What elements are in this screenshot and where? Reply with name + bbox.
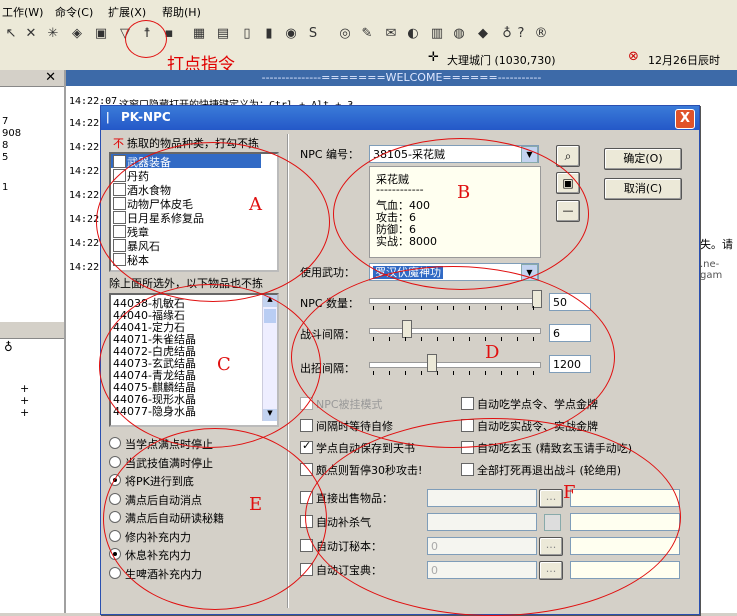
dialog-titlebar[interactable]: ǀ PK-NPC X bbox=[101, 106, 699, 130]
registered-icon[interactable]: ® bbox=[532, 25, 550, 43]
marker-b: B bbox=[457, 182, 471, 203]
marker-d: D bbox=[485, 342, 500, 363]
scroll-icon[interactable]: ▥ bbox=[428, 25, 446, 43]
left-panel-header-2 bbox=[0, 322, 64, 339]
help-icon[interactable]: ? bbox=[512, 25, 530, 43]
left-panel-header: ✕ bbox=[0, 70, 64, 87]
cart-icon[interactable]: ▣ bbox=[92, 25, 110, 43]
magnifier-icon: ⌕ bbox=[564, 149, 572, 163]
npc-icon[interactable]: ▤ bbox=[214, 25, 232, 43]
star-icon[interactable]: ✳ bbox=[44, 25, 62, 43]
book-icon[interactable]: ◈ bbox=[68, 25, 86, 43]
npc-label: NPC 编号： bbox=[300, 148, 360, 161]
left-panel: ✕ 7 908 8 5 1 ♁ + + + bbox=[0, 70, 66, 613]
eye-icon[interactable]: ◉ bbox=[282, 25, 300, 43]
not-prefix: 不 bbox=[113, 137, 124, 150]
list-item: 5 bbox=[2, 152, 9, 163]
chat-text: .ne-gam bbox=[700, 259, 723, 281]
chat-time: 14:22 bbox=[69, 142, 100, 153]
status-line: 打点指令 ✛ 大理城门 (1030,730) ⊗ 12月26日辰时 6% bbox=[0, 48, 737, 81]
chat-time: 14:22 bbox=[69, 166, 100, 177]
list-item: 908 bbox=[2, 128, 22, 139]
annotation-ellipse-c bbox=[99, 284, 321, 448]
target-icon[interactable]: ◎ bbox=[336, 25, 354, 43]
checkbox[interactable] bbox=[300, 439, 313, 454]
checkbox[interactable] bbox=[300, 419, 313, 432]
menu-command[interactable]: 命令(C) bbox=[55, 4, 93, 20]
rock-icon[interactable]: ◆ bbox=[474, 25, 492, 43]
menu-work[interactable]: 工作(W) bbox=[2, 4, 43, 20]
expand-toggle[interactable]: + bbox=[20, 406, 29, 419]
chat-time: 14:22 bbox=[69, 118, 100, 129]
close-button[interactable]: X bbox=[675, 109, 695, 129]
chat-time: 14:22 bbox=[69, 238, 100, 249]
cancel-button[interactable]: 取消(C) bbox=[604, 178, 682, 200]
marker-c: C bbox=[217, 354, 231, 375]
marker-f: F bbox=[563, 482, 576, 503]
bag-icon: ♁ bbox=[4, 340, 13, 354]
chat-time: 14:22 bbox=[69, 214, 100, 225]
arrow-icon[interactable]: ↖ bbox=[2, 25, 20, 43]
dialog-title: PK-NPC bbox=[121, 110, 171, 124]
radio-button[interactable] bbox=[109, 455, 121, 468]
location-text: 大理城门 (1030,730) bbox=[447, 54, 556, 67]
grid-icon[interactable]: ▦ bbox=[190, 25, 208, 43]
radio-button[interactable] bbox=[109, 437, 121, 449]
annotation-ellipse-f bbox=[305, 418, 681, 616]
compass-icon: ✛ bbox=[428, 50, 439, 65]
chat-time: 14:22 bbox=[69, 262, 100, 273]
toolbar: ↖ ✕ ✳ ◈ ▣ ▽ ☨ ▪ ▦ ▤ ▯ ▮ ◉ S ◎ ✎ ✉ ◐ ▥ ◍ … bbox=[0, 22, 737, 49]
list-item: 8 bbox=[2, 140, 9, 151]
marker-e: E bbox=[249, 494, 263, 515]
tools-icon[interactable]: ✕ bbox=[22, 25, 40, 43]
wrench-icon[interactable]: ✎ bbox=[358, 25, 376, 43]
annotation-ellipse-e bbox=[103, 428, 327, 610]
search-button[interactable]: ⌕ bbox=[556, 145, 580, 167]
chat-time: 14:22 bbox=[69, 190, 100, 201]
welcome-banner: ---------------=======WELCOME======-----… bbox=[66, 70, 737, 86]
list-item: 7 bbox=[2, 116, 9, 127]
radio-button[interactable] bbox=[109, 566, 121, 579]
mail-icon[interactable]: ✉ bbox=[382, 25, 400, 43]
list-item: 1 bbox=[2, 182, 9, 193]
annotation-ellipse-a bbox=[96, 142, 330, 302]
open-book-icon[interactable]: ▯ bbox=[238, 25, 256, 43]
ok-button[interactable]: 确定(O) bbox=[604, 148, 682, 170]
pk-npc-dialog: ǀ PK-NPC X 不 拣取的物品种类，打勾不拣 武器装备 丹药 酒水食物 动物尸体… bbox=[96, 105, 700, 616]
close-icon[interactable]: ✕ bbox=[45, 70, 56, 85]
app-icon: ǀ bbox=[106, 110, 110, 124]
checkbox[interactable] bbox=[113, 155, 126, 168]
foot-icon[interactable]: ◐ bbox=[404, 25, 422, 43]
script-icon[interactable]: S bbox=[304, 25, 322, 43]
chat-text: 失。请 bbox=[700, 238, 733, 251]
notebook-icon[interactable]: ▮ bbox=[260, 25, 278, 43]
pot-icon[interactable]: ◍ bbox=[450, 25, 468, 43]
menu-extend[interactable]: 扩展(X) bbox=[108, 4, 146, 20]
marker-a: A bbox=[249, 194, 262, 215]
menu-help[interactable]: 帮助(H) bbox=[162, 4, 201, 20]
annotation-circle bbox=[125, 20, 167, 58]
menu-bar: 工作(W) 命令(C) 扩展(X) 帮助(H) bbox=[0, 0, 737, 23]
clock-icon: ⊗ bbox=[628, 49, 639, 64]
